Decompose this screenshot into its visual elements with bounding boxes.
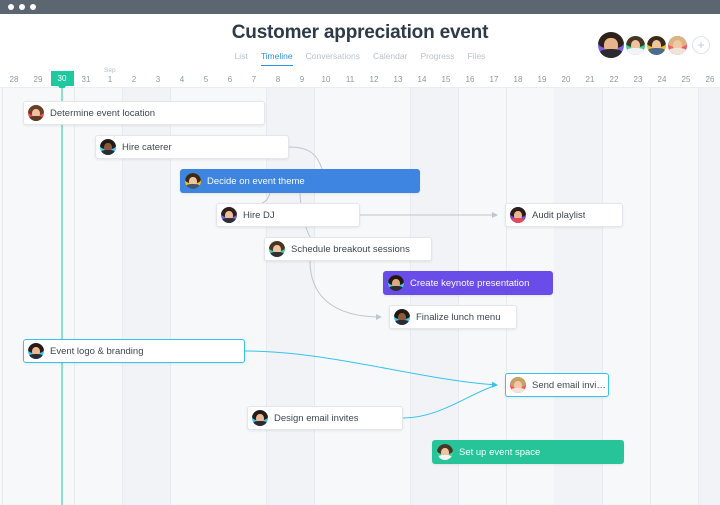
link-breakout-to-lunch [309, 260, 382, 320]
window-titlebar [0, 0, 720, 14]
ruler-tick: 2 [131, 75, 137, 84]
tab-files[interactable]: Files [467, 51, 485, 67]
ruler-tick: 25 [681, 75, 691, 84]
task-bar-send-email-invites[interactable]: Send email invites [505, 373, 609, 397]
task-label: Design email invites [274, 412, 359, 424]
task-bar-schedule-breakout-sessions[interactable]: Schedule breakout sessions [264, 237, 432, 261]
ruler-tick: 18 [513, 75, 523, 84]
task-label: Hire caterer [122, 141, 172, 153]
task-bar-finalize-lunch-menu[interactable]: Finalize lunch menu [389, 305, 517, 329]
ruler-tick: 28 [9, 75, 19, 84]
task-assignee-avatar[interactable] [221, 207, 237, 223]
task-assignee-avatar[interactable] [252, 410, 268, 426]
task-label: Finalize lunch menu [416, 311, 501, 323]
ruler-tick: 6 [227, 75, 233, 84]
task-assignee-avatar[interactable] [388, 275, 404, 291]
task-label: Hire DJ [243, 209, 275, 221]
date-ruler: Sep 28 29 30 31 1 2 3 4 5 6 7 8 9 10 11 12 13 14 15 16 17 18 19… [0, 66, 720, 91]
ruler-tick: 31 [81, 75, 91, 84]
task-assignee-avatar[interactable] [269, 241, 285, 257]
task-bar-determine-event-location[interactable]: Determine event location [23, 101, 265, 125]
task-label: Decide on event theme [207, 175, 305, 187]
task-bar-create-keynote-presentation[interactable]: Create keynote presentation [383, 271, 553, 295]
task-label: Determine event location [50, 107, 156, 119]
task-assignee-avatar[interactable] [28, 105, 44, 121]
timeline-canvas: Determine event location Hire caterer Deci… [0, 88, 720, 505]
ruler-tick: 17 [489, 75, 499, 84]
task-assignee-avatar[interactable] [100, 139, 116, 155]
window-controls [8, 4, 36, 10]
ruler-tick: 8 [275, 75, 281, 84]
ruler-tick: 15 [441, 75, 451, 84]
link-hire-caterer-to-theme [288, 146, 323, 170]
avatar[interactable] [668, 35, 687, 55]
ruler-tick: 26 [705, 75, 715, 84]
task-bar-design-email-invites[interactable]: Design email invites [247, 406, 403, 430]
task-bar-audit-playlist[interactable]: Audit playlist [505, 203, 623, 227]
close-icon[interactable] [8, 4, 14, 10]
ruler-tick: 29 [33, 75, 43, 84]
task-label: Set up event space [459, 446, 541, 458]
ruler-tick: 1 [107, 75, 113, 84]
task-bar-set-up-event-space[interactable]: Set up event space [432, 440, 624, 464]
tab-timeline[interactable]: Timeline [260, 51, 293, 67]
minimize-icon[interactable] [19, 4, 25, 10]
task-bar-hire-caterer[interactable]: Hire caterer [95, 135, 289, 159]
link-logo-to-send-invites [244, 350, 498, 388]
today-marker[interactable]: 30 [50, 71, 74, 91]
task-assignee-avatar[interactable] [437, 444, 453, 460]
ruler-tick: 12 [369, 75, 379, 84]
ruler-tick: 13 [393, 75, 403, 84]
ruler-tick: 16 [465, 75, 475, 84]
add-member-button[interactable]: + [692, 36, 710, 54]
ruler-tick: 19 [537, 75, 547, 84]
task-assignee-avatar[interactable] [510, 207, 526, 223]
ruler-tick: 14 [417, 75, 427, 84]
task-label: Audit playlist [532, 209, 586, 221]
ruler-tick: 24 [657, 75, 667, 84]
task-assignee-avatar[interactable] [510, 377, 526, 393]
tab-conversations[interactable]: Conversations [306, 51, 360, 67]
task-label: Event logo & branding [50, 345, 144, 357]
task-assignee-avatar[interactable] [394, 309, 410, 325]
tab-calendar[interactable]: Calendar [373, 51, 408, 67]
gantt-timeline-app: Customer appreciation event List Timeline… [0, 0, 720, 505]
month-label: Sep [104, 67, 116, 74]
task-assignee-avatar[interactable] [185, 173, 201, 189]
ruler-tick: 7 [251, 75, 257, 84]
task-label: Send email invites [532, 379, 608, 391]
task-label: Schedule breakout sessions [291, 243, 410, 255]
tab-progress[interactable]: Progress [420, 51, 454, 67]
avatar[interactable] [647, 35, 666, 55]
ruler-tick: 20 [561, 75, 571, 84]
ruler-tick: 9 [299, 75, 305, 84]
avatar[interactable] [626, 35, 645, 55]
task-bar-event-logo-branding[interactable]: Event logo & branding [23, 339, 245, 363]
avatar[interactable] [598, 32, 624, 58]
ruler-tick: 3 [155, 75, 161, 84]
task-assignee-avatar[interactable] [28, 343, 44, 359]
ruler-tick: 23 [633, 75, 643, 84]
ruler-tick: 21 [585, 75, 595, 84]
project-members: + [598, 32, 710, 58]
ruler-tick: 22 [609, 75, 619, 84]
task-label: Create keynote presentation [410, 277, 530, 289]
project-header: Customer appreciation event List Timeline… [0, 14, 720, 67]
ruler-tick: 4 [179, 75, 185, 84]
task-bar-decide-on-event-theme[interactable]: Decide on event theme [180, 169, 420, 193]
ruler-tick: 11 [345, 75, 355, 84]
maximize-icon[interactable] [30, 4, 36, 10]
ruler-tick: 5 [203, 75, 209, 84]
tab-list[interactable]: List [235, 51, 248, 67]
ruler-tick: 10 [321, 75, 331, 84]
today-label: 30 [57, 74, 67, 83]
link-theme-to-hire-dj [261, 192, 271, 204]
task-bar-hire-dj[interactable]: Hire DJ [216, 203, 360, 227]
link-design-to-send-invites [402, 384, 498, 419]
